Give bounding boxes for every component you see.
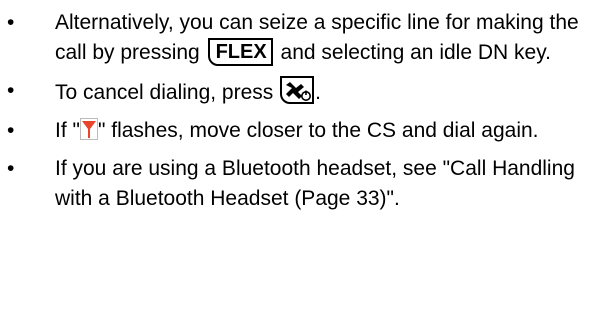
item-text-part: To cancel dialing, press: [55, 81, 280, 104]
bullet: •: [7, 79, 15, 102]
list-item: • To cancel dialing, press .: [0, 76, 606, 108]
item-text-part: .: [315, 81, 321, 104]
bullet-list: • Alternatively, you can seize a specifi…: [0, 0, 606, 214]
bullet: •: [7, 11, 15, 34]
item-text-part: If ": [55, 119, 80, 142]
list-item: • If you are using a Bluetooth headset, …: [0, 154, 606, 214]
list-item: • If " " flashes, move closer to the CS …: [0, 116, 606, 146]
item-text: If you are using a Bluetooth headset, se…: [55, 157, 575, 210]
end-call-power-key-icon: [280, 76, 315, 104]
antenna-signal-icon: [79, 118, 98, 140]
list-item: • Alternatively, you can seize a specifi…: [0, 8, 606, 68]
flex-key: FLEX: [207, 38, 273, 66]
item-text-part: " flashes, move closer to the CS and dia…: [97, 119, 539, 142]
bullet: •: [7, 119, 15, 142]
item-text-part: and selecting an idle DN key.: [274, 41, 551, 64]
bullet: •: [7, 157, 15, 180]
